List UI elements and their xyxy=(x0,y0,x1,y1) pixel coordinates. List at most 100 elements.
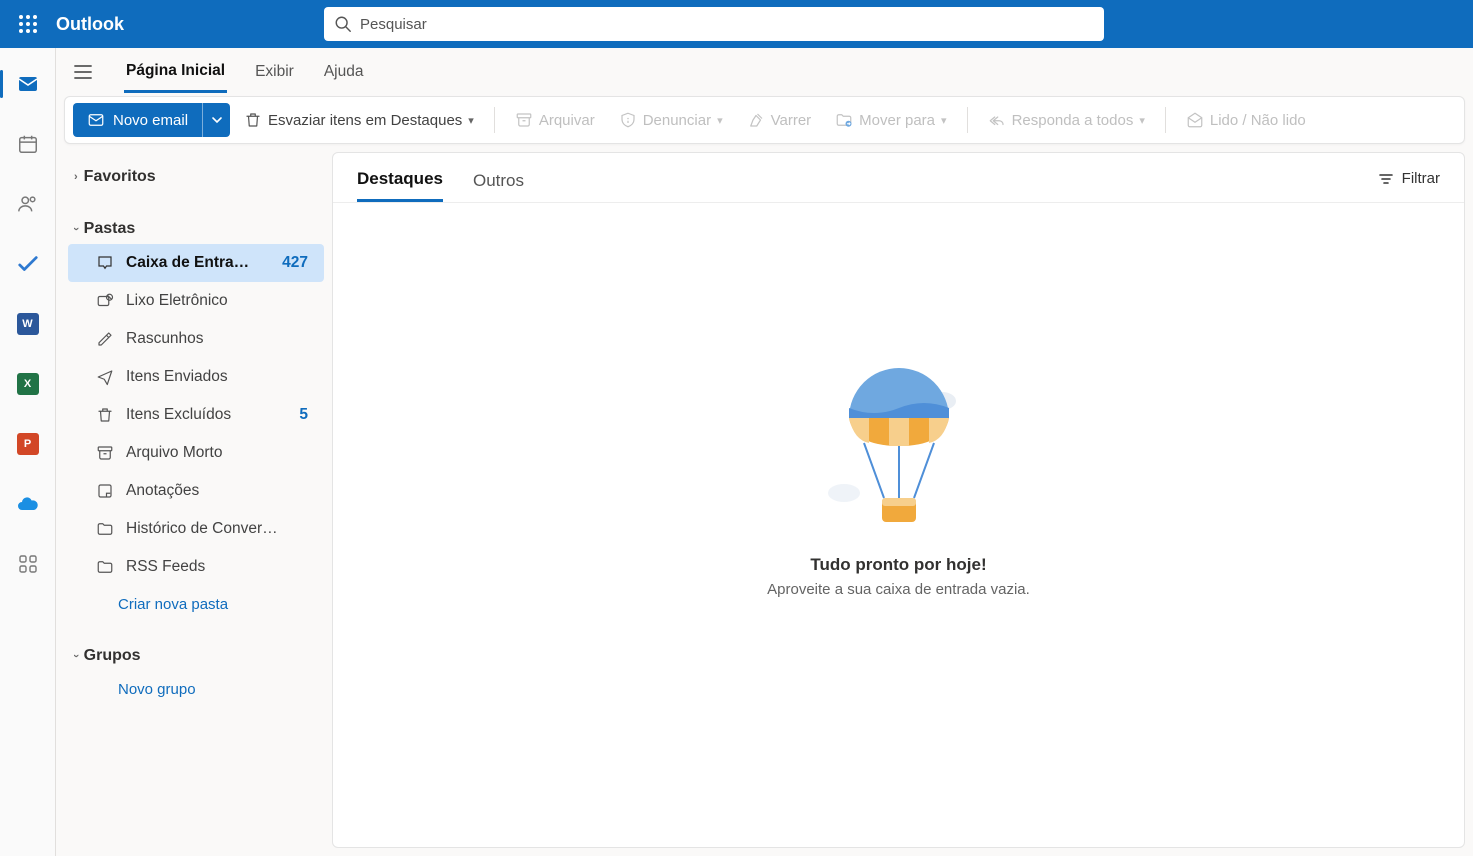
folder-archive-label: Arquivo Morto xyxy=(126,444,222,462)
filter-label: Filtrar xyxy=(1402,170,1440,187)
new-email-split-button: Novo email xyxy=(73,103,230,137)
folder-inbox[interactable]: Caixa de Entra… 427 xyxy=(68,244,324,282)
sweep-label: Varrer xyxy=(771,112,812,129)
chevron-right-icon: › xyxy=(74,171,78,183)
section-favorites-label: Favoritos xyxy=(84,168,156,186)
command-bar: Novo email Esvaziar itens em Destaques ▾… xyxy=(64,96,1465,144)
rail-word[interactable]: W xyxy=(12,308,44,340)
inbox-icon xyxy=(96,254,114,272)
sweep-button: Varrer xyxy=(737,105,822,135)
chevron-down-icon: ▾ xyxy=(941,114,947,127)
hamburger-icon xyxy=(73,62,93,82)
folder-inbox-label: Caixa de Entra… xyxy=(126,254,249,272)
tab-home[interactable]: Página Inicial xyxy=(124,52,227,93)
new-email-dropdown[interactable] xyxy=(202,103,230,137)
rail-calendar[interactable] xyxy=(12,128,44,160)
folder-sent-label: Itens Enviados xyxy=(126,368,228,386)
rail-mail[interactable] xyxy=(12,68,44,100)
search-box[interactable] xyxy=(324,7,1104,41)
section-groups[interactable]: › Grupos xyxy=(64,637,328,671)
nav-toggle-button[interactable] xyxy=(68,62,98,82)
word-icon: W xyxy=(17,313,39,335)
tab-focused[interactable]: Destaques xyxy=(357,163,443,202)
waffle-icon xyxy=(19,15,37,33)
new-email-button[interactable]: Novo email xyxy=(73,103,202,137)
archive-button: Arquivar xyxy=(505,105,605,135)
folder-notes[interactable]: Anotações xyxy=(68,472,324,510)
tab-view[interactable]: Exibir xyxy=(253,53,296,91)
folder-deleted-label: Itens Excluídos xyxy=(126,406,231,424)
archive-icon xyxy=(515,111,533,129)
folder-sent[interactable]: Itens Enviados xyxy=(68,358,324,396)
reply-all-icon xyxy=(988,111,1006,129)
chevron-down-icon xyxy=(211,114,223,126)
rail-powerpoint[interactable]: P xyxy=(12,428,44,460)
folder-history-label: Histórico de Conver… xyxy=(126,520,278,538)
report-button: Denunciar ▾ xyxy=(609,105,733,135)
rail-people[interactable] xyxy=(12,188,44,220)
chevron-down-icon: ▾ xyxy=(468,114,474,127)
apps-grid-icon xyxy=(18,554,38,574)
rail-more-apps[interactable] xyxy=(12,548,44,580)
mail-open-icon xyxy=(1186,111,1204,129)
empty-focused-label: Esvaziar itens em Destaques xyxy=(268,112,462,129)
folder-rss[interactable]: RSS Feeds xyxy=(68,548,324,586)
filter-icon xyxy=(1378,171,1394,187)
divider xyxy=(967,107,968,133)
folder-inbox-count: 427 xyxy=(282,254,314,272)
mail-icon xyxy=(16,72,40,96)
excel-icon: X xyxy=(17,373,39,395)
balloon-illustration xyxy=(824,363,974,533)
send-icon xyxy=(96,368,114,386)
folder-notes-label: Anotações xyxy=(126,482,199,500)
junk-icon xyxy=(96,292,114,310)
calendar-icon xyxy=(17,133,39,155)
check-icon xyxy=(17,253,39,275)
tab-other[interactable]: Outros xyxy=(473,165,524,201)
section-favorites[interactable]: › Favoritos xyxy=(64,158,328,192)
app-launcher-button[interactable] xyxy=(8,4,48,44)
rail-onedrive[interactable] xyxy=(12,488,44,520)
ribbon-tabs: Página Inicial Exibir Ajuda xyxy=(56,48,1473,96)
trash-icon xyxy=(96,406,114,424)
chevron-down-icon: ▾ xyxy=(1139,114,1145,127)
read-unread-label: Lido / Não lido xyxy=(1210,112,1306,129)
archive-label: Arquivar xyxy=(539,112,595,129)
app-rail: W X P xyxy=(0,48,56,856)
move-to-label: Mover para xyxy=(859,112,935,129)
folder-drafts[interactable]: Rascunhos xyxy=(68,320,324,358)
folder-move-icon xyxy=(835,111,853,129)
message-pane: Destaques Outros Filtrar xyxy=(332,152,1465,848)
mail-icon xyxy=(87,111,105,129)
folder-deleted-count: 5 xyxy=(299,406,314,424)
section-folders-label: Pastas xyxy=(84,220,136,238)
archive-icon xyxy=(96,444,114,462)
section-folders[interactable]: › Pastas xyxy=(64,210,328,244)
create-folder-link[interactable]: Criar nova pasta xyxy=(64,586,328,623)
filter-button[interactable]: Filtrar xyxy=(1378,170,1440,195)
folder-junk[interactable]: Lixo Eletrônico xyxy=(68,282,324,320)
search-input[interactable] xyxy=(360,16,1094,33)
tab-help[interactable]: Ajuda xyxy=(322,53,366,91)
search-icon xyxy=(334,15,352,33)
folder-archive[interactable]: Arquivo Morto xyxy=(68,434,324,472)
folder-junk-label: Lixo Eletrônico xyxy=(126,292,228,310)
empty-focused-button[interactable]: Esvaziar itens em Destaques ▾ xyxy=(234,105,484,135)
rail-excel[interactable]: X xyxy=(12,368,44,400)
folder-deleted[interactable]: Itens Excluídos 5 xyxy=(68,396,324,434)
broom-icon xyxy=(747,111,765,129)
rail-todo[interactable] xyxy=(12,248,44,280)
folder-history[interactable]: Histórico de Conver… xyxy=(68,510,324,548)
new-group-link[interactable]: Novo grupo xyxy=(64,671,328,708)
cloud-icon xyxy=(16,492,40,516)
divider xyxy=(1165,107,1166,133)
shield-icon xyxy=(619,111,637,129)
move-to-button: Mover para ▾ xyxy=(825,105,956,135)
section-groups-label: Grupos xyxy=(84,647,141,665)
folder-drafts-label: Rascunhos xyxy=(126,330,204,348)
folder-icon xyxy=(96,520,114,538)
empty-subtitle: Aproveite a sua caixa de entrada vazia. xyxy=(767,581,1030,598)
report-label: Denunciar xyxy=(643,112,711,129)
trash-icon xyxy=(244,111,262,129)
chevron-down-icon: › xyxy=(70,227,82,231)
